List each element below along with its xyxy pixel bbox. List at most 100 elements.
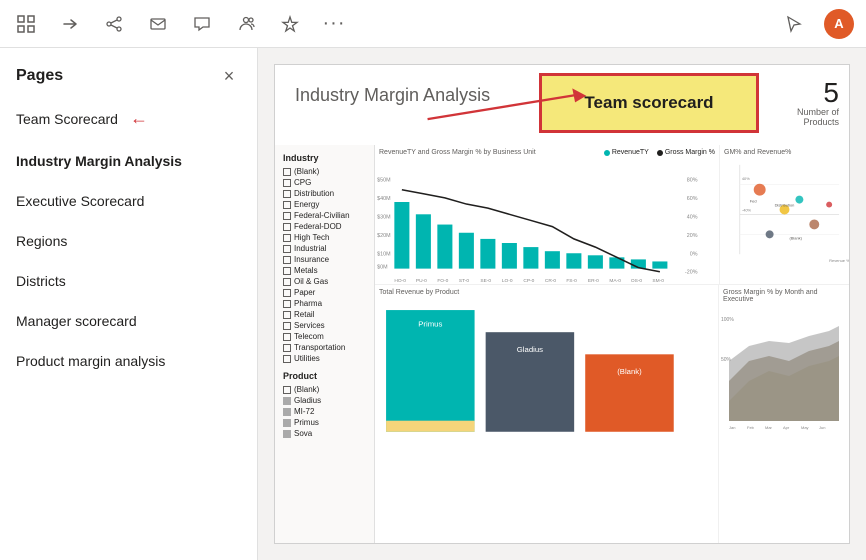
industry-filter-title: Industry [283,153,366,163]
industry-energy[interactable]: Energy [283,200,366,209]
product-sova[interactable]: Sova [283,429,366,438]
industry-cpg[interactable]: CPG [283,178,366,187]
industry-utilities[interactable]: Utilities [283,354,366,363]
industry-services[interactable]: Services [283,321,366,330]
svg-text:HO-0: HO-0 [394,278,406,284]
bar-line-chart-svg: $50M $40M $30M $20M $10M $0M 80% 60% 40%… [375,161,719,284]
star-icon[interactable] [276,10,304,38]
svg-text:Mar: Mar [765,425,773,430]
report-charts-area: RevenueTY and Gross Margin % by Business… [375,145,849,543]
canvas-area: Industry Margin Analysis Team scorecard … [258,48,866,560]
margin-color-dot [657,150,663,156]
industry-pharma[interactable]: Pharma [283,299,366,308]
teams-icon[interactable] [232,10,260,38]
sidebar-item-label: Product margin analysis [16,353,165,369]
arrow-icon: ← [130,108,148,129]
revenue-color-dot [604,150,610,156]
scatter-chart-title: GM% and Revenue% [724,149,791,156]
svg-text:FO-0: FO-0 [437,278,448,284]
sidebar-item-label: Manager scorecard [16,313,137,329]
sidebar-item-executive-scorecard[interactable]: Executive Scorecard [0,181,257,221]
industry-fed-civ[interactable]: Federal-Civilian [283,211,366,220]
sidebar-item-manager-scorecard[interactable]: Manager scorecard [0,301,257,341]
svg-text:May: May [801,425,809,430]
avatar[interactable]: A [824,9,854,39]
grid-icon[interactable] [12,10,40,38]
area-chart-svg: 100% 50% Jan Feb Mar Apr May Jun [719,301,849,431]
product-gladius[interactable]: Gladius [283,396,366,405]
industry-oilgas[interactable]: Oil & Gas [283,277,366,286]
stacked-chart-title: Total Revenue by Product [379,289,459,296]
industry-transportation[interactable]: Transportation [283,343,366,352]
svg-text:Revenue %: Revenue % [829,258,849,263]
pages-panel: Pages × Team Scorecard ← Industry Margin… [0,48,258,560]
industry-blank[interactable]: (Blank) [283,167,366,176]
industry-insurance[interactable]: Insurance [283,255,366,264]
legend-margin: Gross Margin % [657,149,715,156]
report-filter-sidebar: Industry (Blank) CPG Distribution Energy… [275,145,375,543]
revenue-chart: RevenueTY and Gross Margin % by Business… [375,145,719,285]
industry-telecom[interactable]: Telecom [283,332,366,341]
svg-text:MA-0: MA-0 [609,278,621,284]
stacked-bar-svg: Primus Gladius (Blank) [375,299,718,443]
svg-text:CR-0: CR-0 [545,278,557,284]
more-icon[interactable]: ··· [320,10,348,38]
svg-text:Jun: Jun [819,425,825,430]
sidebar-item-regions[interactable]: Regions [0,221,257,261]
svg-text:40%: 40% [687,214,698,220]
share-icon[interactable] [100,10,128,38]
svg-text:-20%: -20% [685,270,698,276]
product-primus[interactable]: Primus [283,418,366,427]
email-icon[interactable] [144,10,172,38]
svg-text:LO-0: LO-0 [502,278,513,284]
stacked-bar-chart: Total Revenue by Product Primus Gladius … [375,285,719,543]
svg-text:ER-0: ER-0 [588,278,599,284]
svg-text:Feb: Feb [747,425,755,430]
svg-text:PU-0: PU-0 [416,278,427,284]
sidebar-item-label: Industry Margin Analysis [16,153,182,169]
sidebar-item-label: Executive Scorecard [16,193,144,209]
svg-text:$50M: $50M [377,178,390,184]
product-blank[interactable]: (Blank) [283,385,366,394]
svg-text:SE-0: SE-0 [480,278,491,284]
svg-text:(Blank): (Blank) [617,367,642,376]
sidebar-item-team-scorecard[interactable]: Team Scorecard ← [0,96,257,141]
industry-industrial[interactable]: Industrial [283,244,366,253]
legend-revenue: RevenueTY [604,149,649,156]
sidebar-header: Pages × [0,48,257,96]
svg-text:60%: 60% [687,196,698,202]
number-badge: 5 [823,77,839,109]
svg-text:(Blank): (Blank) [789,235,802,240]
industry-hightech[interactable]: High Tech [283,233,366,242]
product-mi72[interactable]: MI-72 [283,407,366,416]
team-scorecard-button[interactable]: Team scorecard [539,73,759,133]
sidebar-item-industry-margin[interactable]: Industry Margin Analysis [0,141,257,181]
svg-text:$30M: $30M [377,214,390,220]
svg-text:Apr: Apr [783,425,790,430]
close-panel-button[interactable]: × [217,64,241,88]
svg-text:CP-0: CP-0 [523,278,534,284]
sidebar-item-label: Team Scorecard [16,111,118,127]
industry-retail[interactable]: Retail [283,310,366,319]
industry-fed-dod[interactable]: Federal-DOD [283,222,366,231]
comment-icon[interactable] [188,10,216,38]
svg-text:Gladius: Gladius [517,345,543,354]
scatter-chart-svg: Fed Distribution (Blank) 40% -40% Revenu… [720,145,849,284]
number-badge-label: Number of Products [769,107,839,127]
svg-text:$0M: $0M [377,265,387,271]
arrow-right-icon[interactable] [56,10,84,38]
industry-paper[interactable]: Paper [283,288,366,297]
cursor-icon [780,10,808,38]
product-filter-title: Product [283,371,366,381]
industry-metals[interactable]: Metals [283,266,366,275]
legend-revenue-label: RevenueTY [612,149,649,156]
main-area: Pages × Team Scorecard ← Industry Margin… [0,48,866,560]
svg-text:Primus: Primus [418,320,442,329]
industry-distribution[interactable]: Distribution [283,189,366,198]
sidebar-item-districts[interactable]: Districts [0,261,257,301]
svg-text:Distribution: Distribution [775,203,795,208]
chart-legend: RevenueTY Gross Margin % [604,149,715,156]
sidebar-item-product-margin[interactable]: Product margin analysis [0,341,257,381]
legend-margin-label: Gross Margin % [665,149,715,156]
svg-text:100%: 100% [721,317,734,323]
